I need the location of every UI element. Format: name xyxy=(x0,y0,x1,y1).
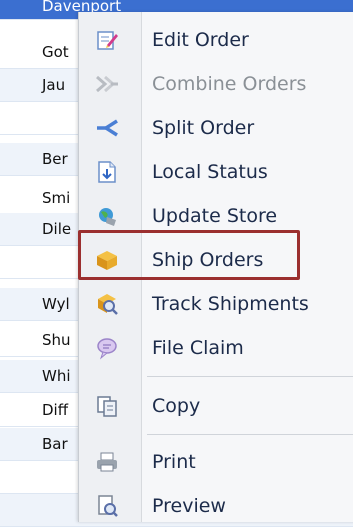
print-icon xyxy=(95,450,119,474)
menu-item-edit-order[interactable]: Edit Order xyxy=(79,18,353,62)
menu-item-file-claim[interactable]: File Claim xyxy=(79,326,353,370)
menu-item-preview[interactable]: Preview xyxy=(79,484,353,528)
track-shipments-icon xyxy=(95,292,119,316)
ship-orders-icon xyxy=(95,248,119,272)
menu-item-label: Local Status xyxy=(152,161,268,183)
menu-item-ship-orders[interactable]: Ship Orders xyxy=(79,238,353,282)
edit-order-icon xyxy=(95,28,119,52)
row-text: Shu xyxy=(42,331,71,349)
row-text: Ber xyxy=(42,150,68,168)
row-text: Bar xyxy=(42,435,68,453)
row-text: Got xyxy=(42,43,69,61)
menu-item-label: Print xyxy=(152,451,196,473)
menu-item-label: Combine Orders xyxy=(152,73,307,95)
context-menu: Edit Order Combine Orders Split Order Lo… xyxy=(78,12,353,522)
menu-item-label: Copy xyxy=(152,395,201,417)
row-text: Smi xyxy=(42,189,71,207)
file-claim-icon xyxy=(95,336,119,360)
local-status-icon xyxy=(95,160,119,184)
menu-item-print[interactable]: Print xyxy=(79,440,353,484)
menu-item-local-status[interactable]: Local Status xyxy=(79,150,353,194)
menu-item-label: Edit Order xyxy=(152,29,249,51)
row-text: Diff xyxy=(42,401,69,419)
menu-separator xyxy=(147,376,353,377)
menu-item-track-shipments[interactable]: Track Shipments xyxy=(79,282,353,326)
split-order-icon xyxy=(95,116,119,140)
menu-separator xyxy=(147,434,353,435)
menu-item-label: Update Store xyxy=(152,205,278,227)
menu-item-combine-orders[interactable]: Combine Orders xyxy=(79,62,353,106)
copy-icon xyxy=(95,394,119,418)
menu-item-update-store[interactable]: Update Store xyxy=(79,194,353,238)
row-text: Jau xyxy=(42,76,66,94)
menu-item-label: File Claim xyxy=(152,337,244,359)
combine-orders-icon xyxy=(95,72,119,96)
update-store-icon xyxy=(95,204,119,228)
preview-icon xyxy=(95,494,119,518)
menu-item-split-order[interactable]: Split Order xyxy=(79,106,353,150)
row-text: Whi xyxy=(42,367,71,385)
row-text: Dile xyxy=(42,220,72,238)
row-text: Wyl xyxy=(42,295,70,313)
menu-item-label: Preview xyxy=(152,495,226,517)
menu-item-copy[interactable]: Copy xyxy=(79,384,353,428)
menu-item-label: Ship Orders xyxy=(152,249,264,271)
menu-item-label: Split Order xyxy=(152,117,255,139)
menu-item-label: Track Shipments xyxy=(152,293,309,315)
